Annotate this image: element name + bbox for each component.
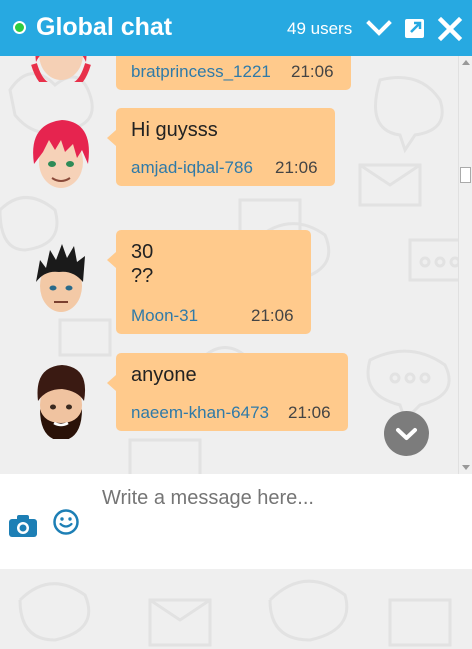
scrollbar[interactable] [458,56,472,474]
chat-header: Global chat 49 users [0,0,472,56]
scroll-to-bottom-button[interactable] [384,411,429,456]
chat-message: Hi guysss amjad-iqbal-786 21:06 [0,108,458,188]
message-time: 21:06 [288,403,331,422]
red-hair-girl-avatar[interactable] [28,56,94,82]
message-time: 21:06 [291,62,334,81]
message-input[interactable] [100,486,454,511]
message-text: anyone [131,364,197,386]
message-bubble: bratprincess_1221 21:06 [116,56,351,90]
message-time: 21:06 [251,306,294,325]
message-text: Hi guysss [131,119,218,141]
message-author[interactable]: amjad-iqbal-786 [131,158,253,177]
emoji-icon[interactable] [52,508,80,536]
message-bubble: 30 ?? Moon-31 21:06 [107,230,311,334]
message-bubble: anyone naeem-khan-6473 21:06 [107,353,348,431]
chat-message: bratprincess_1221 21:06 [0,56,458,92]
message-author[interactable]: Moon-31 [131,306,198,325]
camera-icon[interactable] [8,514,38,538]
scroll-thumb[interactable] [460,167,471,183]
bearded-man-avatar[interactable] [28,359,94,439]
message-bubble: Hi guysss amjad-iqbal-786 21:06 [107,108,335,186]
spiky-black-hair-avatar[interactable] [28,238,94,318]
message-author[interactable]: naeem-khan-6473 [131,403,269,422]
close-icon[interactable] [437,14,463,42]
scroll-down-arrow-icon[interactable] [462,465,470,470]
online-status-icon [13,21,26,34]
chevron-down-icon[interactable] [366,14,392,42]
chat-title: Global chat [36,13,173,41]
chat-message: 30 ?? Moon-31 21:06 [0,230,458,334]
scroll-up-arrow-icon[interactable] [462,60,470,65]
popout-icon[interactable] [402,14,428,42]
message-text: 30 ?? [131,241,154,287]
red-hair-boy-avatar[interactable] [28,116,94,196]
message-author[interactable]: bratprincess_1221 [131,62,271,81]
message-composer [0,474,472,569]
message-time: 21:06 [275,158,318,177]
chevron-down-icon [396,428,417,440]
user-count[interactable]: 49 users [287,19,352,39]
